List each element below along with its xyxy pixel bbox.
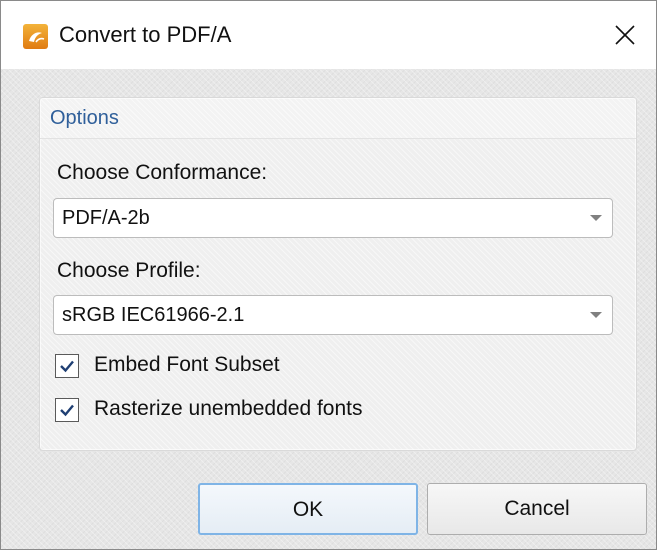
conformance-select-value: PDF/A-2b [62,207,150,229]
profile-select[interactable]: sRGB IEC61966-2.1 [53,295,613,335]
chevron-down-icon [590,215,602,221]
conformance-select[interactable]: PDF/A-2b [53,198,613,238]
profile-select-value: sRGB IEC61966-2.1 [62,304,245,326]
profile-label: Choose Profile: [57,259,201,282]
close-button[interactable] [601,13,649,57]
embed-font-subset-label: Embed Font Subset [94,353,280,376]
window-title: Convert to PDF/A [59,22,232,47]
options-group-header: Options [40,98,636,139]
pdf-app-icon [23,24,48,49]
checkmark-icon [60,360,74,373]
cancel-button[interactable]: Cancel [427,483,647,535]
cancel-button-label: Cancel [504,497,570,520]
checkmark-icon [60,404,74,417]
conformance-label: Choose Conformance: [57,161,268,184]
title-bar: Convert to PDF/A [1,1,656,69]
options-group-title: Options [50,107,119,129]
ok-button-label: OK [292,498,324,521]
ok-button[interactable]: OK [198,483,418,535]
chevron-down-icon [590,312,602,318]
embed-font-subset-checkbox[interactable] [55,354,79,378]
rasterize-fonts-label: Rasterize unembedded fonts [94,397,363,420]
rasterize-fonts-checkbox[interactable] [55,398,79,422]
close-icon [615,25,635,45]
convert-pdfa-dialog: Convert to PDF/A Options Choose Conforma… [0,0,657,550]
